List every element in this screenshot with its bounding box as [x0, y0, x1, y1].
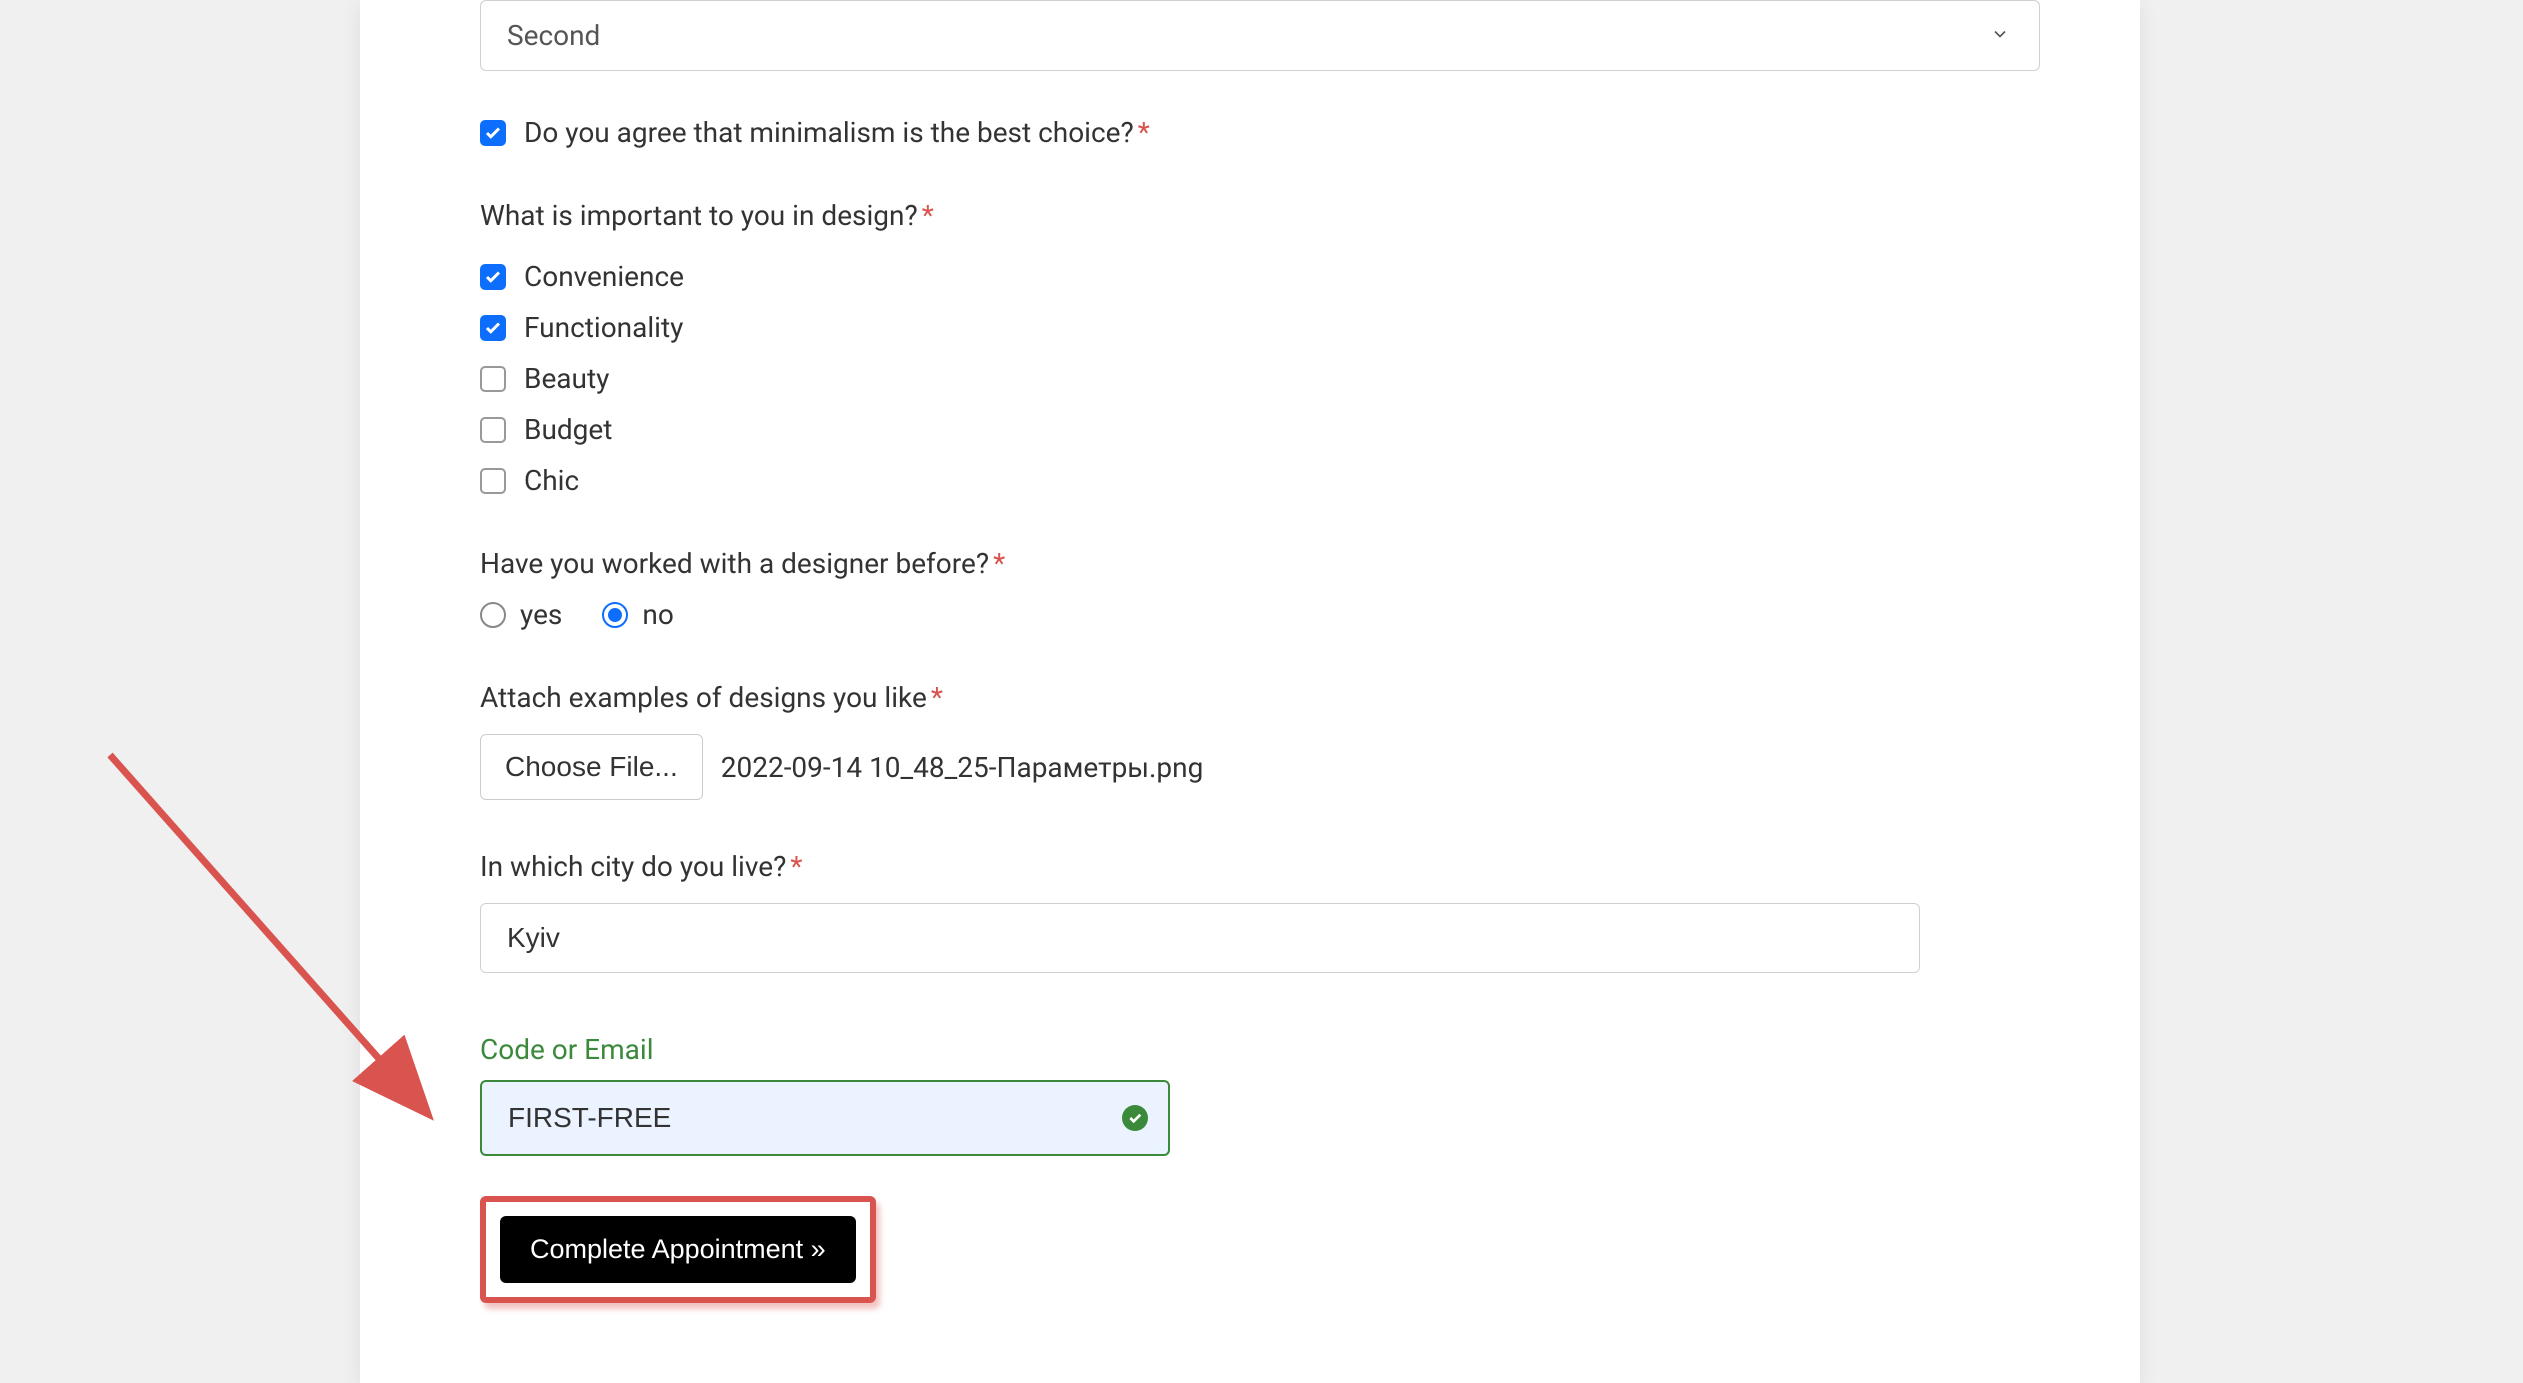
attach-block: Attach examples of designs you like* Cho…	[480, 681, 2040, 800]
minimalism-checkbox[interactable]	[480, 120, 506, 146]
code-label: Code or Email	[480, 1033, 2040, 1066]
file-row: Choose File... 2022-09-14 10_48_25-Парам…	[480, 734, 2040, 800]
required-asterisk: *	[922, 199, 934, 232]
code-input[interactable]	[480, 1080, 1170, 1156]
option-beauty: Beauty	[480, 362, 2040, 395]
minimalism-label: Do you agree that minimalism is the best…	[524, 116, 1150, 149]
designer-before-options: yes no	[480, 598, 2040, 631]
budget-checkbox[interactable]	[480, 417, 506, 443]
code-block: Code or Email	[480, 1033, 2040, 1156]
form-card: Second Do you agree that minimalism is t…	[360, 0, 2140, 1383]
radio-yes-item[interactable]: yes	[480, 598, 562, 631]
complete-appointment-button[interactable]: Complete Appointment »	[500, 1216, 856, 1283]
required-asterisk: *	[1138, 116, 1150, 149]
functionality-label: Functionality	[524, 311, 683, 344]
city-input[interactable]	[480, 903, 1920, 973]
submit-highlight: Complete Appointment »	[480, 1196, 876, 1303]
city-label: In which city do you live?*	[480, 850, 2040, 883]
option-functionality: Functionality	[480, 311, 2040, 344]
file-name: 2022-09-14 10_48_25-Параметры.png	[721, 751, 1204, 784]
beauty-label: Beauty	[524, 362, 609, 395]
design-importance-block: What is important to you in design?* Con…	[480, 199, 2040, 497]
chic-checkbox[interactable]	[480, 468, 506, 494]
required-asterisk: *	[993, 547, 1005, 580]
required-asterisk: *	[790, 850, 802, 883]
radio-no-item[interactable]: no	[602, 598, 673, 631]
design-importance-label: What is important to you in design?*	[480, 199, 2040, 232]
designer-before-label: Have you worked with a designer before?*	[480, 547, 2040, 580]
designer-before-block: Have you worked with a designer before?*…	[480, 547, 2040, 631]
radio-yes	[480, 602, 506, 628]
select-wrapper: Second	[480, 0, 2040, 71]
functionality-checkbox[interactable]	[480, 315, 506, 341]
option-chic: Chic	[480, 464, 2040, 497]
code-input-wrapper	[480, 1080, 1170, 1156]
minimalism-checkbox-row: Do you agree that minimalism is the best…	[480, 116, 2040, 149]
design-importance-options: Convenience Functionality Beauty	[480, 260, 2040, 497]
convenience-checkbox[interactable]	[480, 264, 506, 290]
required-asterisk: *	[931, 681, 943, 714]
convenience-label: Convenience	[524, 260, 684, 293]
option-convenience: Convenience	[480, 260, 2040, 293]
budget-label: Budget	[524, 413, 612, 446]
attach-label: Attach examples of designs you like*	[480, 681, 2040, 714]
option-budget: Budget	[480, 413, 2040, 446]
beauty-checkbox[interactable]	[480, 366, 506, 392]
radio-no	[602, 602, 628, 628]
check-circle-icon	[1122, 1105, 1148, 1131]
radio-no-label: no	[642, 598, 673, 631]
chic-label: Chic	[524, 464, 579, 497]
select-field[interactable]: Second	[480, 0, 2040, 71]
radio-yes-label: yes	[520, 598, 562, 631]
choose-file-button[interactable]: Choose File...	[480, 734, 703, 800]
city-block: In which city do you live?*	[480, 850, 2040, 1033]
